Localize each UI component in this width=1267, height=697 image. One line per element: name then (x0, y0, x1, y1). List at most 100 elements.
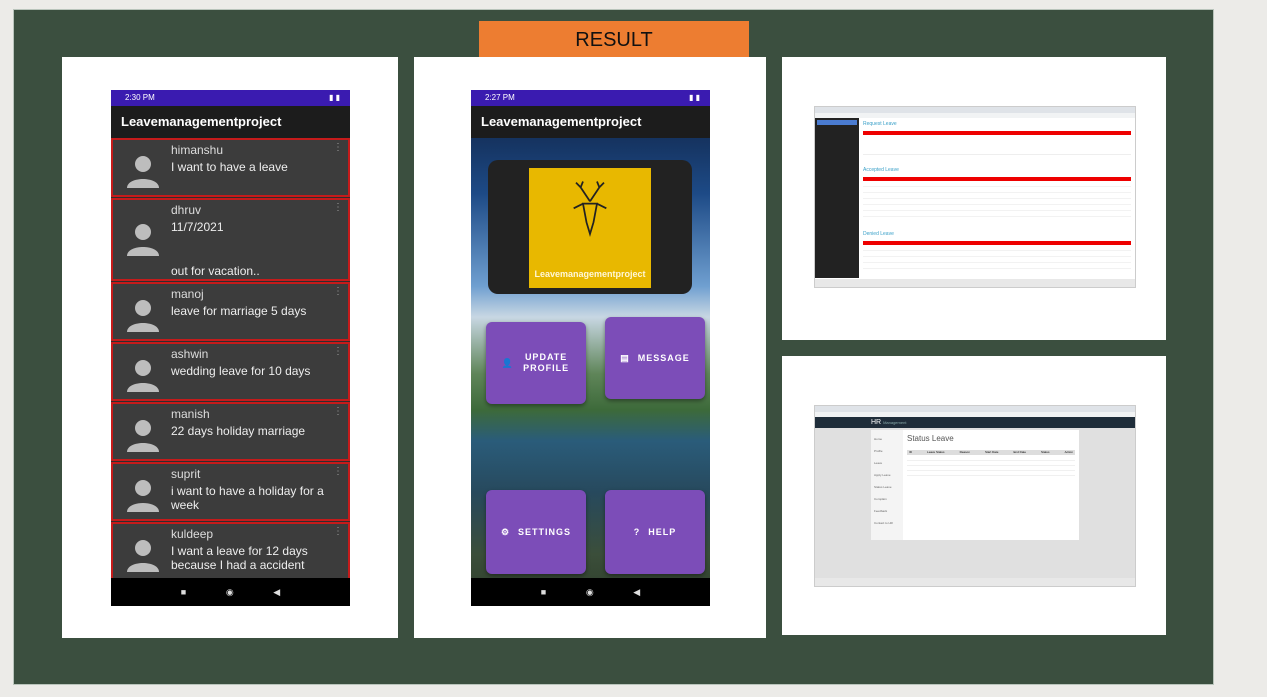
col-start-date: Start Date (984, 450, 999, 454)
hr-screenshot: HR Management Home Profile Leave Apply L… (814, 405, 1136, 587)
item-name: suprit (171, 467, 201, 481)
list-item[interactable]: dhruv 11/7/2021 out for vacation.. ⋮ (111, 198, 350, 281)
avatar-icon (127, 540, 159, 572)
taskbar (815, 578, 1135, 586)
back-icon[interactable]: ◀ (633, 587, 640, 598)
list-item[interactable]: manish 22 days holiday marriage ⋮ (111, 402, 350, 461)
more-icon[interactable]: ⋮ (333, 406, 343, 417)
hr-nav-complain[interactable]: Complain (874, 493, 900, 505)
hr-title: Status Leave (907, 434, 954, 443)
col-action: Action (1064, 450, 1073, 454)
deer-logo-icon (573, 181, 607, 238)
hr-nav-contact[interactable]: Contact to HR (874, 517, 900, 529)
leave-list[interactable]: himanshu I want to have a leave ⋮ dhruv … (111, 138, 350, 582)
logo-card: Leavemanagementproject (488, 160, 692, 294)
browser-address (815, 113, 1135, 118)
section-request-leave: Request Leave (863, 121, 897, 127)
item-name: manish (171, 407, 210, 421)
status-icons: ▮ ▮ (328, 93, 340, 102)
item-message: 22 days holiday marriage (171, 424, 306, 438)
hr-nav-status[interactable]: Status Leave (874, 481, 900, 493)
col-leave-status: Leave Status (927, 450, 945, 454)
message-button[interactable]: ▤ MESSAGE (605, 317, 705, 399)
item-message: i want to have a holiday for a week (171, 484, 324, 512)
person-icon: 👤 (501, 357, 515, 368)
logo-background: Leavemanagementproject (529, 168, 651, 288)
app-title: Leavemanagementproject (111, 106, 350, 138)
section-accepted-leave: Accepted Leave (863, 167, 899, 173)
settings-label: SETTINGS (518, 527, 572, 537)
more-icon[interactable]: ⋮ (333, 526, 343, 537)
screenshot-card-home: 2:27 PM ▮ ▮ Leavemanagementproject Leave… (414, 57, 766, 638)
list-item[interactable]: ashwin wedding leave for 10 days ⋮ (111, 342, 350, 401)
message-label: MESSAGE (637, 353, 690, 363)
avatar-icon (127, 300, 159, 332)
list-item[interactable]: himanshu I want to have a leave ⋮ (111, 138, 350, 197)
recents-icon[interactable]: ■ (181, 587, 186, 597)
android-nav-bar: ■ ◉ ◀ (471, 578, 710, 606)
help-button[interactable]: ? HELP (605, 490, 705, 574)
item-name: himanshu (171, 143, 224, 157)
status-time: 2:30 PM (125, 93, 155, 102)
item-message: wedding leave for 10 days (171, 364, 311, 378)
back-icon[interactable]: ◀ (273, 587, 280, 598)
hr-nav-profile[interactable]: Profile (874, 445, 900, 457)
recents-icon[interactable]: ■ (541, 587, 546, 597)
hr-brand-sub: Management (883, 420, 907, 425)
hr-brand: HR (871, 419, 882, 426)
avatar-icon (127, 360, 159, 392)
col-id: ID (909, 450, 912, 454)
hr-nav-leave[interactable]: Leave (874, 457, 900, 469)
item-message: leave for marriage 5 days (171, 304, 307, 318)
item-name: ashwin (171, 347, 209, 361)
taskbar (815, 279, 1135, 287)
admin-sidebar (815, 118, 859, 278)
avatar-icon (127, 224, 159, 256)
item-message: I want a leave for 12 days because I had… (171, 544, 308, 572)
more-icon[interactable]: ⋮ (333, 202, 343, 213)
item-name: kuldeep (171, 527, 214, 541)
screenshot-card-list: 2:30 PM ▮ ▮ Leavemanagementproject himan… (62, 57, 398, 638)
hr-nav-home[interactable]: Home (874, 433, 900, 445)
list-item[interactable]: kuldeep I want a leave for 12 days becau… (111, 522, 350, 582)
screenshot-card-hr: HR Management Home Profile Leave Apply L… (782, 356, 1166, 635)
phone-leave-list: 2:30 PM ▮ ▮ Leavemanagementproject himan… (111, 90, 350, 606)
col-reason: Reason (959, 450, 970, 454)
more-icon[interactable]: ⋮ (333, 142, 343, 153)
hr-nav-feedback[interactable]: Feedback (874, 505, 900, 517)
more-icon[interactable]: ⋮ (333, 346, 343, 357)
android-nav-bar: ■ ◉ ◀ (111, 578, 350, 606)
avatar-icon (127, 480, 159, 512)
admin-content: Request Leave Accepted Leave Denied Leav… (863, 121, 1131, 269)
avatar-icon (127, 156, 159, 188)
home-icon[interactable]: ◉ (226, 587, 234, 598)
item-extra: out for vacation.. (171, 264, 260, 278)
list-item[interactable]: manoj leave for marriage 5 days ⋮ (111, 282, 350, 341)
help-label: HELP (648, 527, 677, 537)
hr-nav-apply[interactable]: Apply Leave (874, 469, 900, 481)
section-denied-leave: Denied Leave (863, 231, 894, 237)
more-icon[interactable]: ⋮ (333, 286, 343, 297)
logo-text: Leavemanagementproject (534, 269, 646, 279)
status-time: 2:27 PM (485, 93, 515, 102)
phone-home: 2:27 PM ▮ ▮ Leavemanagementproject Leave… (471, 90, 710, 606)
app-title: Leavemanagementproject (471, 106, 710, 138)
hr-panel: Home Profile Leave Apply Leave Status Le… (871, 430, 1079, 540)
hr-header: HR Management (815, 417, 1135, 428)
hr-table-rows (907, 456, 1075, 476)
result-banner: RESULT (479, 21, 749, 57)
screenshot-card-admin: Request Leave Accepted Leave Denied Leav… (782, 57, 1166, 340)
list-item[interactable]: suprit i want to have a holiday for a we… (111, 462, 350, 521)
update-profile-button[interactable]: 👤 UPDATE PROFILE (486, 322, 586, 404)
item-message: 11/7/2021 (171, 220, 224, 234)
message-icon: ▤ (620, 352, 630, 363)
update-profile-label: UPDATE PROFILE (523, 352, 570, 373)
hr-table-header: ID Leave Status Reason Start Date End Da… (907, 450, 1075, 455)
hr-sidebar: Home Profile Leave Apply Leave Status Le… (871, 430, 903, 540)
col-status: Status (1041, 450, 1050, 454)
settings-button[interactable]: ⚙ SETTINGS (486, 490, 586, 574)
item-name: dhruv (171, 203, 202, 217)
home-icon[interactable]: ◉ (586, 587, 594, 598)
col-end-date: End Date (1013, 450, 1027, 454)
more-icon[interactable]: ⋮ (333, 466, 343, 477)
